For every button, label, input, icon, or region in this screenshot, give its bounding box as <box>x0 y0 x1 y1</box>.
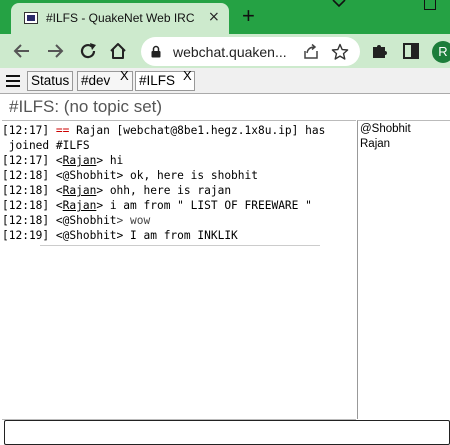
nick-link[interactable]: Rajan <box>63 154 97 167</box>
back-arrow-icon[interactable] <box>11 40 33 62</box>
chat-line: [12:17] == Rajan [webchat@8be1.hegz.1x8u… <box>2 123 325 138</box>
tab-dev-label: #dev <box>81 73 111 88</box>
nick-list-item[interactable]: Rajan <box>358 137 450 152</box>
nick-link[interactable]: @Shobhit <box>63 214 117 227</box>
profile-avatar[interactable]: R <box>432 41 450 63</box>
nick-link[interactable]: @Shobhit <box>63 229 117 242</box>
last-read-divider <box>40 245 320 246</box>
close-tab-dev-icon[interactable]: X <box>120 67 129 85</box>
join-continuation: joined #ILFS <box>2 139 90 152</box>
nick-link[interactable]: @Shobhit <box>63 169 117 182</box>
message-text: > i am from " LIST OF FREEWARE " <box>96 199 312 212</box>
timestamp: [12:18] <box>2 184 50 197</box>
chat-line: [12:18] <@Shobhit> ok, here is shobhit <box>2 168 325 183</box>
tab-ilfs-label: #ILFS <box>139 73 176 88</box>
message-text: > wow <box>116 214 151 227</box>
message-text: > hi <box>96 154 124 167</box>
chat-log[interactable]: [12:17] == Rajan [webchat@8be1.hegz.1x8u… <box>2 120 356 420</box>
maximize-window-button[interactable] <box>424 0 436 10</box>
timestamp: [12:18] <box>2 199 50 212</box>
nick-list: @Shobhit Rajan <box>357 120 450 419</box>
timestamp: [12:18] <box>2 169 50 182</box>
browser-tab-strip: #ILFS - QuakeNet Web IRC × + <box>0 0 450 34</box>
reload-icon[interactable] <box>77 40 99 62</box>
irc-tab-bar: Status #dev X #ILFS X <box>0 68 450 94</box>
lock-icon[interactable] <box>151 45 161 58</box>
tab-status[interactable]: Status <box>27 71 73 91</box>
side-panel-icon[interactable] <box>400 40 422 62</box>
address-bar[interactable]: webchat.quaken... <box>141 37 360 66</box>
nick-list-item[interactable]: @Shobhit <box>358 122 450 137</box>
nick-link[interactable]: Rajan <box>63 184 97 197</box>
irc-favicon-icon <box>24 12 38 24</box>
timestamp: [12:19] <box>2 229 50 242</box>
extensions-puzzle-icon[interactable] <box>369 40 391 62</box>
star-bookmark-icon[interactable] <box>331 43 349 61</box>
nick-open: < <box>55 199 63 212</box>
timestamp: [12:17] <box>2 154 50 167</box>
forward-arrow-icon[interactable] <box>44 40 66 62</box>
new-tab-button[interactable]: + <box>242 3 255 29</box>
close-tab-icon[interactable]: × <box>208 8 220 26</box>
nick-open: < <box>55 169 63 182</box>
join-marker: == <box>55 124 70 137</box>
join-text: Rajan [webchat@8be1.hegz.1x8u.ip] has <box>69 124 326 137</box>
message-input[interactable] <box>4 420 450 445</box>
tab-title: #ILFS - QuakeNet Web IRC <box>46 11 195 25</box>
message-text: > ohh, here is rajan <box>96 184 232 197</box>
url-text[interactable]: webchat.quaken... <box>173 44 287 60</box>
tab-dev[interactable]: #dev X <box>77 68 133 91</box>
nick-open: < <box>55 154 63 167</box>
nick-link[interactable]: Rajan <box>63 199 97 212</box>
browser-tab[interactable]: #ILFS - QuakeNet Web IRC × <box>11 3 229 34</box>
tab-status-label: Status <box>31 73 70 88</box>
message-text: > ok, here is shobhit <box>116 169 258 182</box>
nick-open: < <box>55 214 63 227</box>
chat-line: [12:17] <Rajan> hi <box>2 153 325 168</box>
message-text: > I am from INKLIK <box>116 229 238 242</box>
nick-open: < <box>55 229 63 242</box>
tab-ilfs[interactable]: #ILFS X <box>135 68 195 91</box>
chevron-down-icon[interactable] <box>331 0 347 11</box>
chat-line: [12:18] <Rajan> ohh, here is rajan <box>2 183 325 198</box>
chat-line: [12:19] <@Shobhit> I am from INKLIK <box>2 228 325 243</box>
hamburger-menu-icon[interactable] <box>6 75 20 87</box>
chat-line: joined #ILFS <box>2 138 325 153</box>
nick-open: < <box>55 184 63 197</box>
close-tab-ilfs-icon[interactable]: X <box>183 67 192 85</box>
channel-topic: #ILFS: (no topic set) <box>9 97 163 116</box>
chat-line: [12:18] <Rajan> i am from " LIST OF FREE… <box>2 198 325 213</box>
home-icon[interactable] <box>107 40 129 62</box>
share-icon[interactable] <box>302 43 320 61</box>
chat-line: [12:18] <@Shobhit> wow <box>2 213 325 228</box>
timestamp: [12:18] <box>2 214 50 227</box>
browser-toolbar: webchat.quaken... R <box>0 34 450 68</box>
timestamp: [12:17] <box>2 124 50 137</box>
